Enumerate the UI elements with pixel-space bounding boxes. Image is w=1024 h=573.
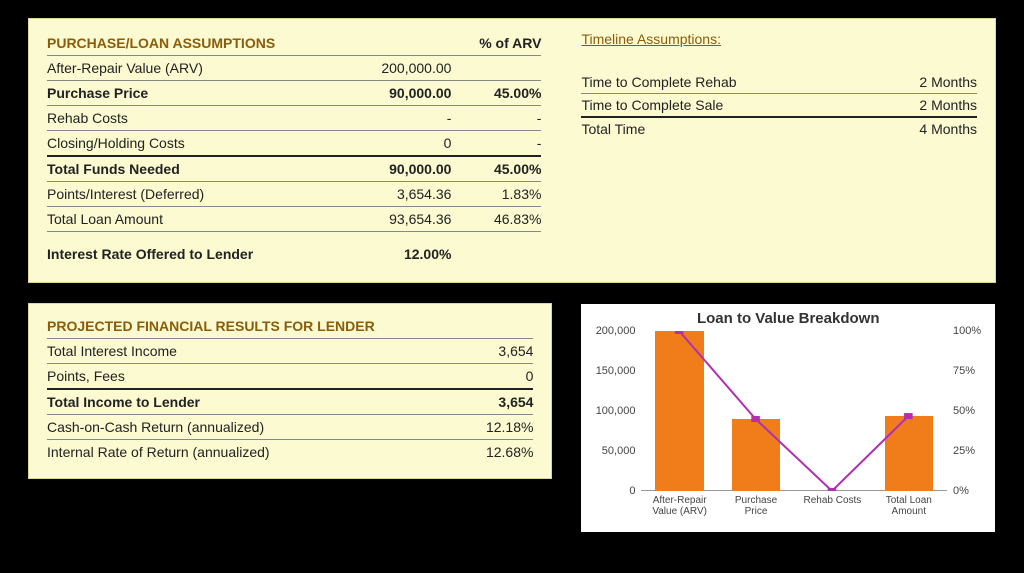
row-rehab-value: - [356, 106, 451, 131]
y-right-tick: 75% [953, 365, 975, 377]
res-fees-label: Points, Fees [47, 363, 423, 389]
row-total-loan-value: 93,654.36 [356, 207, 451, 232]
tl-rehab-label: Time to Complete Rehab [581, 71, 867, 94]
results-panel: PROJECTED FINANCIAL RESULTS FOR LENDER T… [28, 303, 552, 479]
assumptions-panel: PURCHASE/LOAN ASSUMPTIONS % of ARV After… [28, 18, 996, 283]
bar [655, 331, 703, 491]
chart-title: Loan to Value Breakdown [593, 310, 983, 327]
row-funds-value: 90,000.00 [356, 156, 451, 182]
res-coc-label: Cash-on-Cash Return (annualized) [47, 414, 423, 439]
tl-total-label: Total Time [581, 117, 867, 140]
bar [885, 416, 933, 491]
loan-assumptions: PURCHASE/LOAN ASSUMPTIONS % of ARV After… [47, 31, 541, 266]
row-arv-label: After-Repair Value (ARV) [47, 56, 356, 81]
row-rehab-label: Rehab Costs [47, 106, 356, 131]
row-rate-value: 12.00% [356, 242, 451, 266]
row-closing-value: 0 [356, 131, 451, 157]
row-points-pct: 1.83% [451, 182, 541, 207]
row-closing-pct: - [451, 131, 541, 157]
row-price-pct: 45.00% [451, 81, 541, 106]
timeline-title: Timeline Assumptions: [581, 31, 977, 47]
row-price-label: Purchase Price [47, 81, 356, 106]
bar [732, 419, 780, 491]
y-right-tick: 25% [953, 445, 975, 457]
tl-total-value: 4 Months [867, 117, 977, 140]
tl-sale-value: 2 Months [867, 94, 977, 118]
x-label: Rehab Costs [799, 495, 866, 517]
row-total-loan-pct: 46.83% [451, 207, 541, 232]
x-label: Purchase Price [722, 495, 789, 517]
res-income-label: Total Income to Lender [47, 389, 423, 415]
y-right-tick: 100% [953, 325, 981, 337]
row-arv-pct [451, 56, 541, 81]
x-label: After-Repair Value (ARV) [646, 495, 713, 517]
ltv-chart: Loan to Value Breakdown 0 50,000 100,000 15… [580, 303, 996, 533]
tl-sale-label: Time to Complete Sale [581, 94, 867, 118]
row-points-value: 3,654.36 [356, 182, 451, 207]
pct-header: % of ARV [451, 31, 541, 56]
res-irr-label: Internal Rate of Return (annualized) [47, 439, 423, 464]
loan-title: PURCHASE/LOAN ASSUMPTIONS [47, 31, 356, 56]
y-left-tick: 150,000 [591, 365, 635, 377]
y-right-tick: 50% [953, 405, 975, 417]
row-funds-label: Total Funds Needed [47, 156, 356, 182]
y-right-tick: 0% [953, 485, 969, 497]
row-rate-label: Interest Rate Offered to Lender [47, 242, 356, 266]
y-left-tick: 100,000 [591, 405, 635, 417]
row-total-loan-label: Total Loan Amount [47, 207, 356, 232]
row-rehab-pct: - [451, 106, 541, 131]
row-price-value: 90,000.00 [356, 81, 451, 106]
res-income-value: 3,654 [423, 389, 533, 415]
row-arv-value: 200,000.00 [356, 56, 451, 81]
row-funds-pct: 45.00% [451, 156, 541, 182]
row-closing-label: Closing/Holding Costs [47, 131, 356, 157]
tl-rehab-value: 2 Months [867, 71, 977, 94]
y-left-tick: 0 [591, 485, 635, 497]
y-left-tick: 50,000 [591, 445, 635, 457]
x-label: Total Loan Amount [875, 495, 942, 517]
res-interest-label: Total Interest Income [47, 338, 423, 363]
res-fees-value: 0 [423, 363, 533, 389]
y-left-tick: 200,000 [591, 325, 635, 337]
res-interest-value: 3,654 [423, 338, 533, 363]
timeline-assumptions: Timeline Assumptions: Time to Complete R… [581, 31, 977, 266]
results-title: PROJECTED FINANCIAL RESULTS FOR LENDER [47, 314, 533, 339]
res-irr-value: 12.68% [423, 439, 533, 464]
res-coc-value: 12.18% [423, 414, 533, 439]
row-points-label: Points/Interest (Deferred) [47, 182, 356, 207]
